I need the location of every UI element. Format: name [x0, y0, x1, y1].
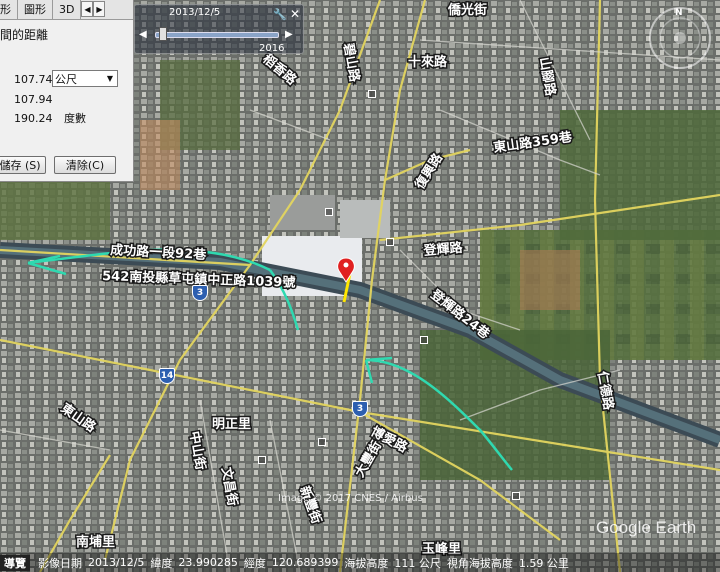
ruler-title: 間的距離 [0, 28, 49, 42]
slider-current-date: 2013/12/5 [169, 7, 221, 18]
dropdown-arrow-icon: ▼ [106, 74, 113, 83]
elev-value: 111 公尺 [394, 556, 441, 570]
tab-line[interactable]: 形 [0, 0, 18, 19]
road-label-13: 十來路 [408, 54, 448, 70]
close-icon[interactable]: ✕ [290, 7, 300, 21]
tab-shape[interactable]: 圖形 [18, 0, 53, 19]
tab-3d[interactable]: 3D [53, 0, 82, 19]
lon-value: 120.689399 [271, 556, 339, 569]
ground-length-value: 107.94 [14, 93, 53, 106]
poi-marker[interactable] [368, 90, 376, 98]
play-prev-icon[interactable]: ◀ [139, 29, 147, 40]
slider-end-year: 2016 [259, 43, 285, 54]
tab-scroll-left-icon[interactable]: ◀ [81, 1, 94, 17]
wrench-icon[interactable]: 🔧 [273, 8, 287, 21]
heading-number: 190.24 [14, 112, 53, 125]
eye-value: 1.59 公里 [518, 556, 569, 570]
lat-label: 緯度 [150, 556, 173, 570]
save-button[interactable]: 儲存 (S) [0, 156, 46, 174]
imagery-credit: Image © 2017 CNES / Airbus [278, 493, 423, 504]
lat-value: 23.990285 [178, 556, 238, 569]
heading-value: 190.24 度數 [14, 110, 86, 126]
poi-marker[interactable] [258, 456, 266, 464]
road-label-18: 僑光街 [447, 2, 487, 18]
poi-marker[interactable] [420, 336, 428, 344]
highway-shield-2: 14 [159, 368, 175, 384]
elev-label: 海拔高度 [344, 556, 389, 570]
highway-shield-3: 3 [352, 401, 368, 417]
highway-shield-1: 3 [192, 285, 208, 301]
tab-scroll-right-icon[interactable]: ▶ [93, 1, 106, 17]
poi-marker[interactable] [386, 238, 394, 246]
lon-label: 經度 [243, 556, 266, 570]
village-label-1: 南埔里 [76, 534, 115, 550]
unit-select-value: 公尺 [55, 72, 77, 86]
slider-track[interactable] [155, 32, 279, 38]
ruler-panel: 形 圖形 3D ◀ ▶ 間的距離 107.74 公尺 ▼ 107.94 190.… [0, 0, 134, 182]
compass-north: N [675, 8, 683, 18]
clear-button[interactable]: 清除(C) [54, 156, 116, 174]
imagery-date: 2013/12/5 [88, 556, 145, 569]
eye-label: 視角海拔高度 [446, 556, 513, 570]
poi-marker[interactable] [325, 208, 333, 216]
ruler-tabs: 形 圖形 3D ◀ ▶ [0, 0, 133, 20]
historical-imagery-slider: 2013/12/5 🔧 ✕ ◀ ▶ 2016 [134, 4, 304, 54]
status-bar: 導覽 影像日期 2013/12/5 緯度 23.990285 經度 120.68… [0, 553, 720, 572]
heading-unit: 度數 [64, 112, 86, 125]
slider-knob[interactable] [159, 27, 167, 41]
google-earth-watermark: Google Earth [596, 518, 697, 537]
poi-marker[interactable] [318, 438, 326, 446]
unit-select[interactable]: 公尺 ▼ [52, 70, 118, 87]
imagery-date-label: 影像日期 [38, 556, 82, 570]
play-next-icon[interactable]: ▶ [285, 29, 293, 40]
poi-marker[interactable] [512, 492, 520, 500]
road-label-5: 明正里 [212, 417, 251, 432]
map-length-value: 107.74 [14, 73, 53, 86]
nav-label[interactable]: 導覽 [0, 554, 30, 571]
